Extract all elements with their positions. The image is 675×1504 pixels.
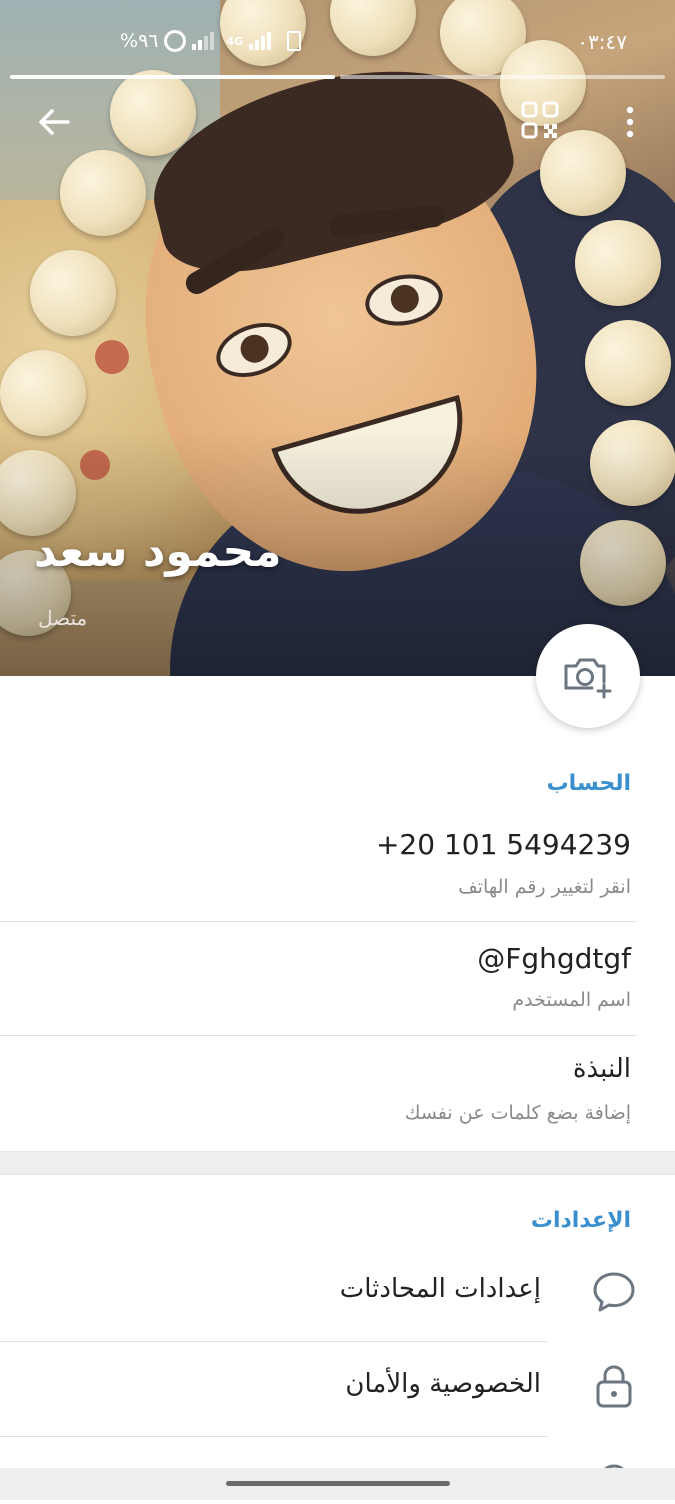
divider (0, 1436, 547, 1437)
settings-item-label: الخصوصية والأمان (345, 1369, 541, 1399)
phone-hint: انقر لتغيير رقم الهاتف (458, 876, 631, 898)
cover-flower (95, 340, 129, 374)
network-type: 4G (226, 34, 244, 48)
home-gesture-handle[interactable] (226, 1481, 450, 1486)
username-label: اسم المستخدم (512, 989, 631, 1011)
presence-status: متصل (38, 606, 88, 630)
cover-bead (110, 70, 196, 156)
vibrate-icon (287, 31, 302, 51)
cover-bead (60, 150, 146, 236)
cell-signal-icon (249, 32, 272, 50)
add-photo-camera-icon (564, 658, 612, 699)
lock-icon (596, 1365, 632, 1408)
clock: ٠٣:٤٧ (577, 30, 627, 54)
divider (0, 921, 637, 922)
status-indicators: %٩٦ 4G (120, 30, 302, 52)
divider (0, 1341, 547, 1342)
back-arrow-icon[interactable] (34, 102, 74, 142)
divider (0, 1035, 637, 1036)
bio-hint: إضافة بضع كلمات عن نفسك (404, 1102, 631, 1124)
phone-number: +20 101 5494239 (375, 828, 631, 861)
story-progress-segment (340, 75, 665, 79)
account-section-title: الحساب (546, 771, 631, 796)
wifi-signal-icon (192, 32, 215, 50)
status-bar: %٩٦ 4G ٠٣:٤٧ (0, 28, 675, 62)
profile-cover[interactable]: %٩٦ 4G ٠٣:٤٧ محمود سعد متصل (0, 0, 675, 676)
chat-bubble-icon (593, 1272, 635, 1312)
cover-bead (540, 130, 626, 216)
bio-title: النبذة (572, 1054, 631, 1084)
section-separator (0, 1151, 675, 1175)
story-progress-segment (10, 75, 335, 79)
qr-code-icon[interactable] (520, 100, 560, 140)
cover-bead (585, 320, 671, 406)
battery-percent: %٩٦ (120, 30, 159, 52)
cover-bead (575, 220, 661, 306)
settings-item-label: إعدادات المحادثات (339, 1274, 541, 1304)
more-options-icon[interactable] (618, 102, 642, 142)
cover-bead (0, 350, 86, 436)
profile-name: محمود سعد (34, 526, 282, 577)
settings-section-title: الإعدادات (530, 1208, 631, 1233)
username-value: @Fghgdtgf (477, 942, 631, 975)
cover-bead (30, 250, 116, 336)
set-photo-button[interactable] (536, 624, 640, 728)
battery-icon (164, 30, 187, 52)
